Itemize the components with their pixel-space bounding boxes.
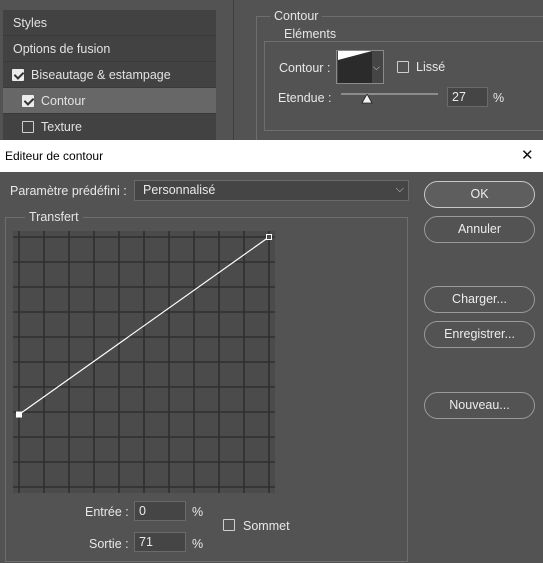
- style-list-item-label: Styles: [13, 16, 48, 30]
- elements-group: [264, 41, 543, 131]
- etendue-unit: %: [493, 91, 505, 105]
- bevel-emboss-checkbox[interactable]: [12, 69, 24, 81]
- style-list-item-label: Options de fusion: [13, 42, 111, 56]
- input-label: Entrée :: [85, 505, 129, 519]
- output-label: Sortie :: [89, 537, 129, 551]
- lisse-label: Lissé: [416, 60, 446, 74]
- lisse-checkbox[interactable]: [397, 61, 409, 73]
- contour-label: Contour :: [279, 61, 331, 75]
- curve-point[interactable]: [16, 411, 22, 418]
- preset-value: Personnalisé: [143, 183, 216, 197]
- style-list: Styles Options de fusion Biseautage & es…: [3, 10, 216, 140]
- input-percent: %: [192, 505, 204, 519]
- input-value: 0: [139, 504, 146, 518]
- contour-section-title: Contour: [270, 9, 323, 23]
- chevron-down-icon: ⌵: [395, 183, 404, 195]
- cancel-button[interactable]: Annuler: [424, 216, 535, 243]
- preset-select[interactable]: Personnalisé ⌵: [134, 180, 409, 201]
- etendue-slider-thumb[interactable]: [361, 94, 373, 104]
- sommet-checkbox[interactable]: [223, 519, 235, 531]
- preset-label: Paramètre prédéfini :: [10, 184, 127, 198]
- new-button[interactable]: Nouveau...: [424, 392, 535, 419]
- contour-checkbox[interactable]: [22, 95, 34, 107]
- dialog-titlebar: Editeur de contour ✕: [0, 140, 543, 172]
- close-icon[interactable]: ✕: [521, 146, 534, 164]
- style-list-item-contour[interactable]: Contour: [3, 88, 216, 114]
- chevron-down-icon[interactable]: ⌵: [373, 62, 380, 73]
- etendue-label: Etendue :: [278, 91, 332, 105]
- output-field[interactable]: 71: [134, 532, 186, 552]
- style-list-item-label: Texture: [41, 120, 82, 134]
- style-list-item-styles[interactable]: Styles: [3, 10, 216, 36]
- etendue-slider-track[interactable]: [341, 93, 438, 95]
- etendue-input[interactable]: 27: [447, 87, 488, 107]
- style-list-item-texture[interactable]: Texture: [3, 114, 216, 140]
- curve-point[interactable]: [266, 234, 272, 240]
- panel-divider: [233, 0, 234, 140]
- transfer-group-title: Transfert: [25, 210, 83, 224]
- etendue-value: 27: [452, 90, 466, 104]
- style-list-item-label: Biseautage & estampage: [31, 68, 171, 82]
- style-list-item-bevel-emboss[interactable]: Biseautage & estampage: [3, 62, 216, 88]
- ok-button[interactable]: OK: [424, 181, 535, 208]
- curve-graph[interactable]: [13, 231, 275, 493]
- input-field[interactable]: 0: [134, 501, 186, 521]
- style-list-item-blending-options[interactable]: Options de fusion: [3, 36, 216, 62]
- sommet-label: Sommet: [243, 519, 290, 533]
- load-button[interactable]: Charger...: [424, 286, 535, 313]
- style-list-item-label: Contour: [41, 94, 86, 108]
- dialog-title: Editeur de contour: [5, 149, 104, 163]
- save-button[interactable]: Enregistrer...: [424, 321, 535, 348]
- contour-preview-picker[interactable]: ⌵: [336, 50, 384, 84]
- output-percent: %: [192, 537, 204, 551]
- texture-checkbox[interactable]: [22, 121, 34, 133]
- contour-thumbnail: [338, 51, 372, 83]
- output-value: 71: [139, 535, 153, 549]
- contour-editor-dialog: Paramètre prédéfini : Personnalisé ⌵ Tra…: [0, 172, 543, 563]
- elements-group-title: Eléments: [280, 27, 341, 41]
